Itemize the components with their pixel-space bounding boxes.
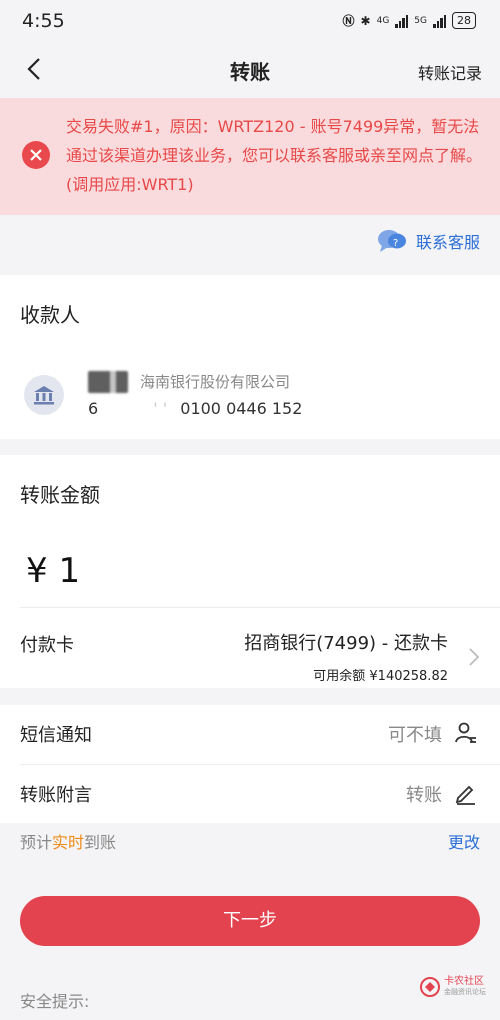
- sms-notify-input[interactable]: 可不填: [388, 721, 442, 747]
- memo-row[interactable]: 转账附言 转账: [0, 765, 500, 823]
- divider: [20, 607, 500, 608]
- available-balance: 可用余额 ¥140258.82: [313, 669, 448, 684]
- eta-prefix: 预计: [20, 833, 53, 852]
- memo-input[interactable]: 转账: [406, 781, 442, 807]
- security-tips-label: 安全提示:: [20, 992, 90, 1011]
- bank-logo-icon: [24, 375, 64, 415]
- amount-card: 转账金额 ¥ 1 付款卡 招商银行(7499) - 还款卡 可用余额 ¥1402…: [0, 455, 500, 688]
- payee-account: 6 ' ' 0100 0446 152: [88, 399, 302, 418]
- error-alert: 交易失败#1，原因：WRTZ120 - 账号7499异常，暂无法通过该渠道办理该…: [0, 98, 500, 215]
- watermark-line1: 卡农社区: [444, 976, 484, 987]
- transfer-history-link[interactable]: 转账记录: [418, 60, 482, 84]
- nav-bar: 转账 转账记录: [0, 42, 500, 98]
- payee-card: 收款人 海南银行股份有限公司 6 ' ' 0100 0446 152: [0, 275, 500, 439]
- payee-bank-name: 海南银行股份有限公司: [140, 373, 291, 391]
- change-arrival-link[interactable]: 更改: [448, 829, 480, 853]
- watermark: 卡农社区 金融资讯论坛: [419, 976, 486, 998]
- account-redacted: ' ': [153, 399, 168, 418]
- options-card: 短信通知 可不填 转账附言 转账: [0, 705, 500, 823]
- contact-service-label: 联系客服: [415, 233, 480, 252]
- eta-highlight: 实时: [52, 833, 85, 852]
- watermark-line2: 金融资讯论坛: [444, 988, 486, 996]
- amount-title: 转账金额: [20, 483, 100, 507]
- pay-card-selector[interactable]: 招商银行(7499) - 还款卡: [244, 629, 448, 655]
- sms-notify-row[interactable]: 短信通知 可不填: [0, 705, 500, 765]
- bluetooth-icon: ✱: [360, 13, 371, 28]
- error-message: 交易失败#1，原因：WRTZ120 - 账号7499异常，暂无法通过该渠道办理该…: [66, 117, 483, 194]
- eta-suffix: 到账: [84, 833, 117, 852]
- svg-text:?: ?: [393, 238, 398, 249]
- memo-label: 转账附言: [20, 785, 92, 806]
- account-suffix: 0100 0446 152: [180, 399, 303, 418]
- nfc-icon: Ⓝ: [342, 14, 355, 28]
- signal-icon: [395, 14, 409, 28]
- signal-icon-2: [433, 14, 446, 28]
- network-4g-label: 4G: [376, 15, 390, 26]
- pencil-icon[interactable]: [454, 781, 478, 805]
- error-icon: [22, 141, 50, 169]
- account-prefix: 6: [88, 399, 99, 418]
- payee-title: 收款人: [20, 303, 80, 327]
- contact-person-icon[interactable]: [454, 721, 478, 745]
- contact-service-link[interactable]: ? 联系客服: [376, 228, 480, 254]
- sms-notify-label: 短信通知: [20, 725, 92, 746]
- amount-input[interactable]: ¥ 1: [26, 551, 80, 591]
- arrival-estimate: 预计实时到账: [20, 829, 116, 853]
- status-icons: Ⓝ ✱ 4G 5G 28: [343, 12, 476, 29]
- status-time: 4:55: [22, 10, 65, 32]
- watermark-logo-icon: [420, 977, 440, 997]
- payee-name-redacted: [88, 371, 128, 393]
- pay-card-label: 付款卡: [20, 635, 74, 656]
- chevron-right-icon[interactable]: [468, 647, 480, 667]
- network-5g-label: 5G: [414, 15, 427, 26]
- next-step-button[interactable]: 下一步: [20, 896, 480, 946]
- battery-icon: 28: [452, 12, 476, 29]
- status-bar: 4:55 Ⓝ ✱ 4G 5G 28: [0, 0, 500, 42]
- chat-bubble-icon: ?: [377, 230, 406, 252]
